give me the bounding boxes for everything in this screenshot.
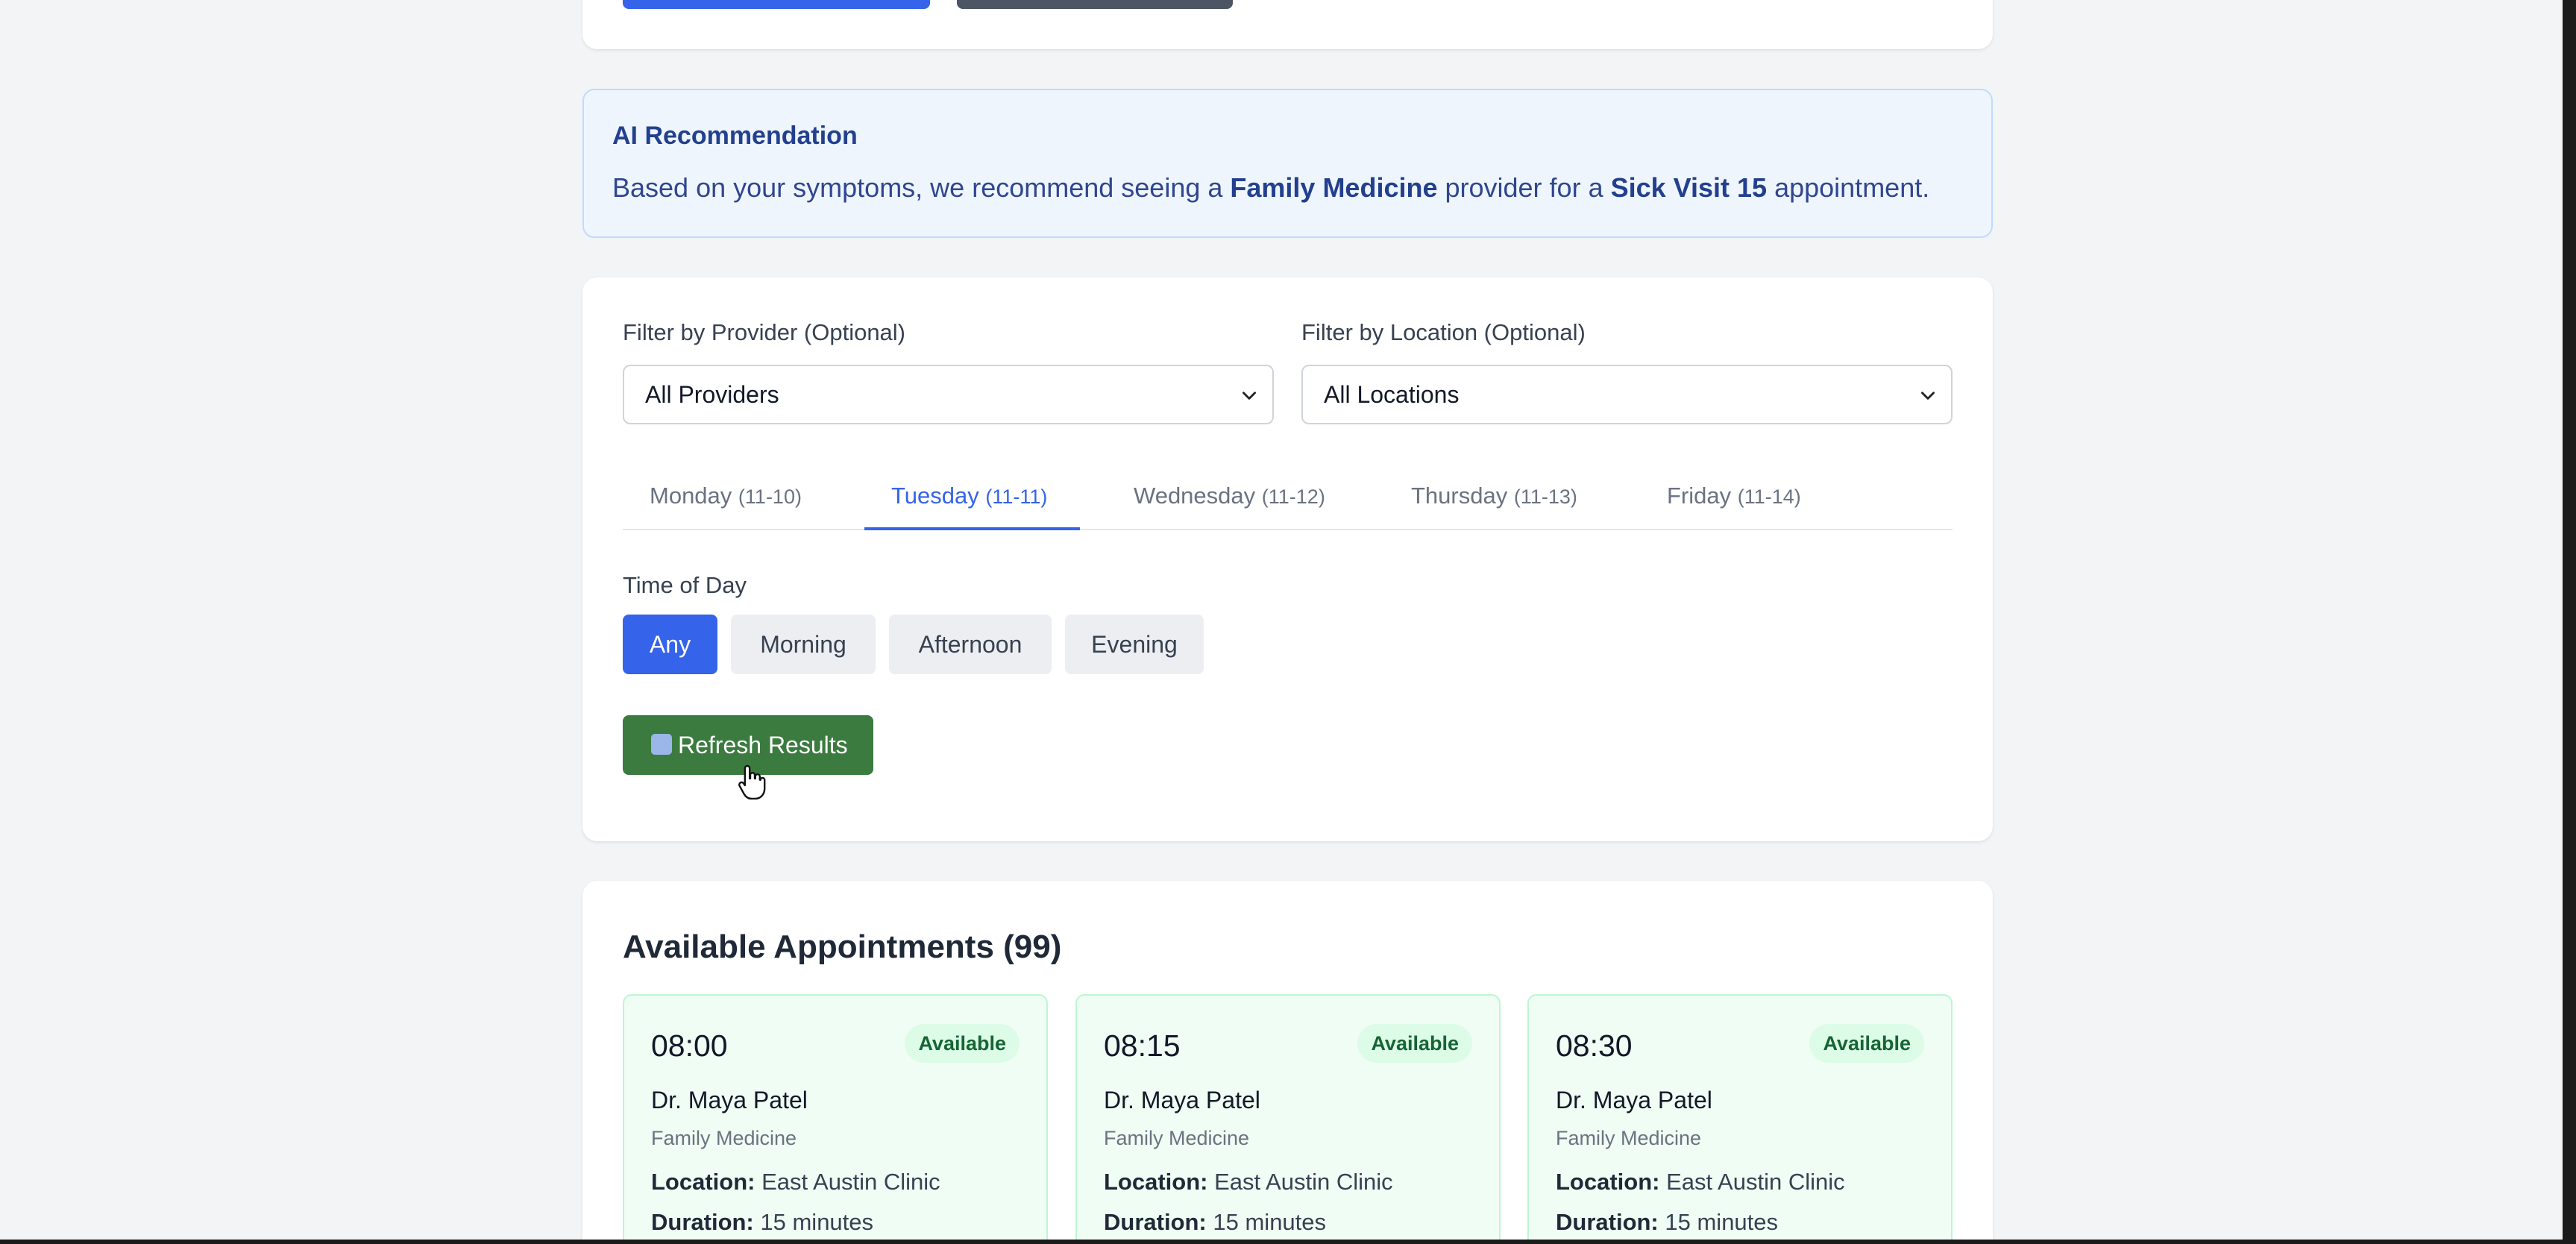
slot-time: 08:00 [651,1028,728,1063]
location-label: Location: [651,1169,755,1195]
slot-specialty: Family Medicine [651,1127,797,1149]
location-label: Location: [1104,1169,1208,1195]
recommended-visit-type: Sick Visit 15 [1610,172,1768,203]
provider-select[interactable]: All Providers [623,365,1274,424]
location-select-value: All Locations [1324,381,1460,408]
tab-day-date: (11-13) [1513,486,1577,508]
status-badge: Available [1357,1024,1472,1063]
tab-day-name: Tuesday [891,483,979,509]
duration-label: Duration: [1104,1209,1207,1235]
recommended-specialty: Family Medicine [1230,172,1438,203]
time-of-day-label: Time of Day [623,572,747,598]
duration-value: 15 minutes [760,1209,874,1235]
provider-select-value: All Providers [645,381,779,408]
time-morning-button[interactable]: Morning [731,615,876,674]
slot-time: 08:15 [1104,1028,1181,1063]
filters-card: Filter by Provider (Optional) All Provid… [582,277,1993,841]
duration-label: Duration: [651,1209,754,1235]
time-any-button[interactable]: Any [623,615,717,674]
duration-value: 15 minutes [1665,1209,1779,1235]
ai-recommendation-card: AI Recommendation Based on your symptoms… [582,89,1993,238]
slot-provider: Dr. Maya Patel [1104,1087,1260,1113]
duration-label: Duration: [1556,1209,1659,1235]
tab-day-name: Wednesday [1134,483,1256,509]
top-actions-card [582,0,1993,49]
tab-day-name: Thursday [1411,483,1508,509]
location-value: East Austin Clinic [1666,1169,1845,1195]
tab-day-date: (11-11) [985,486,1048,508]
location-value: East Austin Clinic [1214,1169,1393,1195]
appointment-slot[interactable]: 08:15 Available Dr. Maya Patel Family Me… [1075,994,1501,1244]
status-badge: Available [1809,1024,1924,1063]
slot-duration: Duration: 15 minutes [651,1209,873,1236]
refresh-icon [651,734,672,755]
status-badge: Available [905,1024,1020,1063]
tab-friday[interactable]: Friday (11-14) [1640,469,1828,530]
tab-day-name: Friday [1667,483,1732,509]
appointment-slot[interactable]: 08:00 Available Dr. Maya Patel Family Me… [623,994,1048,1244]
slot-time: 08:30 [1556,1028,1633,1063]
secondary-action-button[interactable] [957,0,1233,9]
time-evening-button[interactable]: Evening [1065,615,1204,674]
ai-text-suffix: appointment. [1767,172,1930,203]
tab-day-date: (11-10) [738,486,802,508]
location-select[interactable]: All Locations [1301,365,1953,424]
page: AI Recommendation Based on your symptoms… [0,0,2576,1244]
ai-text-middle: provider for a [1437,172,1611,203]
slot-location: Location: East Austin Clinic [1556,1169,1845,1196]
refresh-results-label: Refresh Results [678,732,848,758]
slot-specialty: Family Medicine [1556,1127,1702,1149]
window-bottom-edge [0,1240,2576,1244]
window-edge [2563,0,2576,1244]
duration-value: 15 minutes [1213,1209,1327,1235]
slot-duration: Duration: 15 minutes [1556,1209,1778,1236]
slot-specialty: Family Medicine [1104,1127,1250,1149]
location-value: East Austin Clinic [761,1169,940,1195]
ai-recommendation-title: AI Recommendation [612,122,858,150]
tab-tuesday[interactable]: Tuesday (11-11) [864,469,1080,530]
primary-action-button[interactable] [623,0,930,9]
tab-day-date: (11-12) [1261,486,1325,508]
tab-day-name: Monday [650,483,732,509]
slot-location: Location: East Austin Clinic [651,1169,940,1196]
location-filter-label: Filter by Location (Optional) [1301,319,1586,345]
appointments-title: Available Appointments (99) [623,929,1062,965]
day-tabs: Monday (11-10) Tuesday (11-11) Wednesday… [623,469,1953,530]
tab-monday[interactable]: Monday (11-10) [623,469,829,530]
chevron-down-icon [1921,392,1935,400]
hand-cursor-icon [738,764,766,800]
chevron-down-icon [1243,392,1256,400]
appointment-slot[interactable]: 08:30 Available Dr. Maya Patel Family Me… [1527,994,1953,1244]
provider-filter-label: Filter by Provider (Optional) [623,319,906,345]
tab-day-date: (11-14) [1737,486,1801,508]
slot-location: Location: East Austin Clinic [1104,1169,1393,1196]
tab-thursday[interactable]: Thursday (11-13) [1384,469,1604,530]
time-afternoon-button[interactable]: Afternoon [889,615,1052,674]
slot-provider: Dr. Maya Patel [1556,1087,1712,1113]
ai-recommendation-text: Based on your symptoms, we recommend see… [612,172,1977,204]
appointments-card: Available Appointments (99) 08:00 Availa… [582,881,1993,1244]
ai-text-prefix: Based on your symptoms, we recommend see… [612,172,1231,203]
slot-duration: Duration: 15 minutes [1104,1209,1326,1236]
location-label: Location: [1556,1169,1660,1195]
slot-provider: Dr. Maya Patel [651,1087,808,1113]
tab-wednesday[interactable]: Wednesday (11-12) [1107,469,1352,530]
